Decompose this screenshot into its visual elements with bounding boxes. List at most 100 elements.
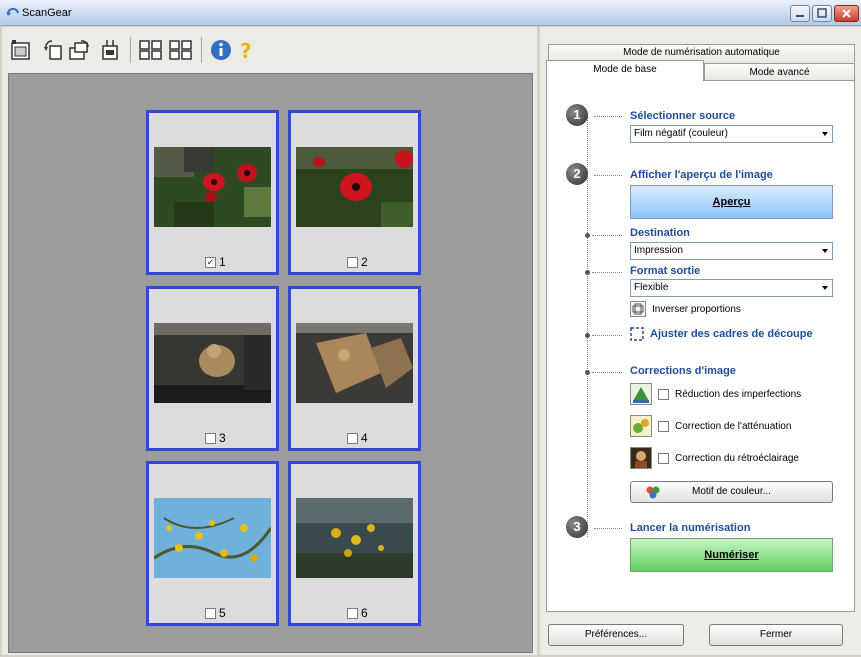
invert-proportions-row[interactable]: Inverser proportions (630, 301, 741, 317)
step-1-badge: 1 (566, 104, 588, 126)
close-button[interactable]: Fermer (709, 624, 843, 646)
info-button[interactable] (208, 37, 234, 63)
destination-select[interactable]: Impression (630, 242, 833, 260)
thumbnail-view-button[interactable] (8, 37, 34, 63)
rotate-right-button[interactable] (66, 37, 92, 63)
film-frame-2[interactable]: 2 (288, 110, 421, 275)
tab-basic-mode[interactable]: Mode de base (546, 60, 704, 81)
frame-number: 2 (361, 255, 368, 269)
frame-checkbox[interactable] (205, 607, 216, 619)
rotate-left-icon (44, 40, 62, 60)
film-frame-3[interactable]: 3 (146, 286, 279, 451)
frame-select-row: 4 (347, 431, 368, 445)
chevron-down-icon (822, 132, 828, 136)
backlight-correction-row[interactable]: Correction du rétroéclairage (630, 447, 799, 469)
backlight-correction-checkbox[interactable] (658, 452, 669, 464)
color-pattern-icon (646, 486, 660, 499)
color-pattern-button[interactable]: Motif de couleur... (630, 481, 833, 503)
step-bullet (585, 333, 590, 338)
auto-crop-icon (102, 40, 118, 60)
chevron-down-icon (822, 286, 828, 290)
fading-correction-icon (630, 415, 652, 437)
step-connector-line (587, 117, 588, 537)
frame-checkbox[interactable] (347, 607, 358, 619)
dust-removal-label: Réduction des imperfections (675, 388, 802, 400)
film-frame-1[interactable]: ✓ 1 (146, 110, 279, 275)
frame-select-row: 6 (347, 606, 368, 620)
scangear-app-icon (6, 7, 19, 16)
chevron-down-icon (822, 249, 828, 253)
dust-removal-row[interactable]: Réduction des imperfections (630, 383, 801, 405)
adjust-crop-frames-row[interactable]: Ajuster des cadres de découpe (630, 327, 813, 341)
close-window-button[interactable] (834, 5, 859, 22)
dust-removal-icon (630, 383, 652, 405)
fading-correction-row[interactable]: Correction de l'atténuation (630, 415, 791, 437)
output-size-select[interactable]: Flexible (630, 279, 833, 297)
invert-proportions-label: Inverser proportions (652, 303, 741, 315)
adjust-crop-frames-label: Ajuster des cadres de découpe (650, 328, 813, 340)
frame-thumbnail (154, 498, 271, 578)
frame-thumbnail (296, 323, 413, 403)
minimize-icon (796, 15, 804, 17)
settings-pane: Mode de numérisation automatique Mode de… (540, 27, 861, 655)
frame-checkbox[interactable] (347, 432, 358, 444)
step-dots (592, 372, 622, 373)
film-frame-4[interactable]: 4 (288, 286, 421, 451)
preview-heading: Afficher l'aperçu de l'image (630, 169, 773, 181)
frame-checkbox[interactable] (205, 432, 216, 444)
frame-select-row: ✓ 1 (205, 255, 226, 269)
maximize-button[interactable] (812, 5, 832, 22)
preferences-button[interactable]: Préférences... (548, 624, 684, 646)
auto-crop-button[interactable] (97, 37, 123, 63)
frame-number: 5 (219, 606, 226, 620)
preview-button[interactable]: Aperçu (630, 185, 833, 219)
step-dots (592, 335, 622, 336)
select-source-heading: Sélectionner source (630, 110, 736, 122)
maximize-icon (817, 8, 827, 18)
destination-select-value: Impression (634, 245, 683, 256)
info-icon (211, 40, 231, 60)
toolbar: ? (2, 27, 537, 73)
backlight-correction-icon (630, 447, 652, 469)
scan-button[interactable]: Numériser (630, 538, 833, 572)
source-select-value: Film négatif (couleur) (634, 128, 728, 139)
frame-checkbox[interactable] (347, 256, 358, 268)
help-button[interactable]: ? (233, 37, 259, 63)
frame-thumbnail (296, 498, 413, 578)
start-scan-heading: Lancer la numérisation (630, 522, 751, 534)
dust-removal-checkbox[interactable] (658, 388, 669, 400)
frame-thumbnail (154, 323, 271, 403)
help-icon: ? (240, 39, 252, 62)
backlight-correction-label: Correction du rétroéclairage (675, 452, 799, 464)
grid-view-icon (139, 40, 162, 60)
fading-correction-label: Correction de l'atténuation (675, 420, 792, 432)
toolbar-separator (201, 37, 202, 63)
crop-frame-icon (630, 327, 644, 341)
fading-correction-checkbox[interactable] (658, 420, 669, 432)
step-dots (592, 235, 622, 236)
tab-advanced-mode[interactable]: Mode avancé (704, 63, 855, 81)
step-dots (594, 116, 622, 117)
grid-view-button[interactable] (138, 37, 164, 63)
step-3-badge: 3 (566, 516, 588, 538)
frame-select-row: 3 (205, 431, 226, 445)
rotate-right-icon (69, 40, 89, 60)
grid-view-alt-button[interactable] (168, 37, 194, 63)
minimize-button[interactable] (790, 5, 810, 22)
step-2-badge: 2 (566, 163, 588, 185)
film-frame-5[interactable]: 5 (146, 461, 279, 626)
frame-number: 1 (219, 255, 226, 269)
thumbnail-view-icon (11, 40, 30, 60)
rotate-left-button[interactable] (41, 37, 67, 63)
title-bar: ScanGear (0, 0, 861, 26)
color-pattern-label: Motif de couleur... (692, 486, 771, 497)
output-size-heading: Format sortie (630, 265, 701, 277)
film-frame-6[interactable]: 6 (288, 461, 421, 626)
frame-number: 6 (361, 606, 368, 620)
preview-pane: ? ✓ 1 2 3 4 5 6 (2, 27, 537, 655)
source-select[interactable]: Film négatif (couleur) (630, 125, 833, 143)
frame-checkbox[interactable]: ✓ (205, 256, 216, 268)
step-dots (592, 272, 622, 273)
preview-area: ✓ 1 2 3 4 5 6 (8, 73, 533, 653)
invert-proportions-icon (630, 301, 646, 317)
